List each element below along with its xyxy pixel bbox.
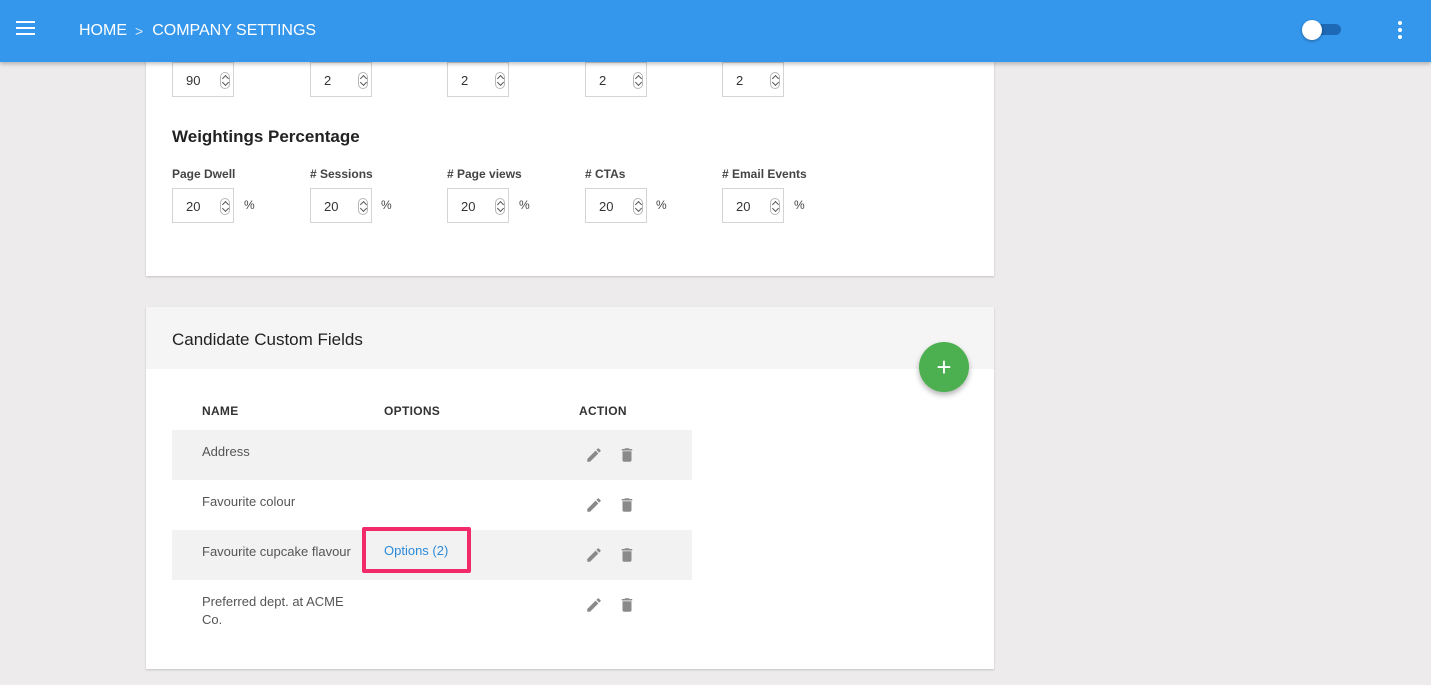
trash-icon[interactable]: [618, 496, 636, 514]
pencil-icon[interactable]: [585, 546, 603, 564]
percent-unit: %: [381, 198, 392, 212]
column-header-options: OPTIONS: [384, 404, 441, 418]
weightings-title: Weightings Percentage: [172, 127, 360, 146]
percent-unit: %: [244, 198, 255, 212]
threshold-input-page-views[interactable]: 2: [447, 62, 509, 97]
card-header: Candidate Custom Fields: [146, 307, 994, 369]
weighting-input-page-views[interactable]: 20: [447, 188, 509, 223]
stepper-icon[interactable]: [358, 72, 368, 89]
trash-icon[interactable]: [618, 596, 636, 614]
pencil-icon[interactable]: [585, 596, 603, 614]
weighting-input-page-dwell[interactable]: 20: [172, 188, 234, 223]
add-custom-field-button[interactable]: +: [919, 342, 969, 392]
weighting-label-ctas: # CTAs: [585, 167, 626, 181]
input-value: 2: [461, 73, 469, 88]
weighting-label-sessions: # Sessions: [310, 167, 373, 181]
input-value: 20: [599, 199, 614, 214]
page-title: COMPANY SETTINGS: [152, 22, 317, 39]
stepper-icon[interactable]: [495, 72, 505, 89]
field-name: Preferred dept. at ACME Co.: [202, 594, 344, 627]
field-name: Favourite colour: [202, 494, 296, 509]
input-value: 2: [324, 73, 332, 88]
breadcrumb: HOME > COMPANY SETTINGS: [79, 22, 316, 40]
column-header-action: ACTION: [579, 404, 627, 418]
weighting-input-sessions[interactable]: 20: [310, 188, 372, 223]
stepper-icon[interactable]: [770, 198, 780, 215]
column-header-name: NAME: [202, 404, 239, 418]
input-value: 20: [461, 199, 476, 214]
threshold-input-ctas[interactable]: 2: [585, 62, 647, 97]
input-value: 2: [736, 73, 744, 88]
stepper-icon[interactable]: [358, 198, 368, 215]
input-value: 90: [186, 73, 201, 88]
table-row: Address: [172, 430, 692, 480]
app-header: HOME > COMPANY SETTINGS: [0, 0, 1431, 62]
custom-fields-title: Candidate Custom Fields: [172, 330, 363, 349]
trash-icon[interactable]: [618, 446, 636, 464]
stepper-icon[interactable]: [220, 72, 230, 89]
stepper-icon[interactable]: [633, 198, 643, 215]
stepper-icon[interactable]: [633, 72, 643, 89]
threshold-input-sessions[interactable]: 2: [310, 62, 372, 97]
breadcrumb-separator: >: [135, 23, 144, 39]
pencil-icon[interactable]: [585, 446, 603, 464]
options-link[interactable]: Options (2): [384, 543, 448, 558]
weighting-input-email-events[interactable]: 20: [722, 188, 784, 223]
table-row: Preferred dept. at ACME Co.: [172, 580, 692, 638]
stepper-icon[interactable]: [495, 198, 505, 215]
input-value: 20: [736, 199, 751, 214]
stepper-icon[interactable]: [220, 198, 230, 215]
threshold-input-email-events[interactable]: 2: [722, 62, 784, 97]
pencil-icon[interactable]: [585, 496, 603, 514]
trash-icon[interactable]: [618, 546, 636, 564]
header-toggle-switch[interactable]: [1302, 20, 1342, 40]
threshold-input-page-dwell[interactable]: 90: [172, 62, 234, 97]
toggle-knob: [1302, 20, 1322, 40]
breadcrumb-home-link[interactable]: HOME: [79, 22, 127, 40]
weighting-input-ctas[interactable]: 20: [585, 188, 647, 223]
percent-unit: %: [519, 198, 530, 212]
input-value: 20: [186, 199, 201, 214]
more-vert-icon[interactable]: [1393, 21, 1407, 41]
table-row: Favourite cupcake flavour Options (2): [172, 530, 692, 580]
input-value: 2: [599, 73, 607, 88]
field-name: Address: [202, 444, 250, 459]
stepper-icon[interactable]: [770, 72, 780, 89]
weighting-label-page-views: # Page views: [447, 167, 522, 181]
table-row: Favourite colour: [172, 480, 692, 530]
input-value: 20: [324, 199, 339, 214]
field-name: Favourite cupcake flavour: [202, 544, 351, 559]
weighting-label-email-events: # Email Events: [722, 167, 807, 181]
percent-unit: %: [794, 198, 805, 212]
percent-unit: %: [656, 198, 667, 212]
plus-icon: +: [936, 352, 952, 382]
hamburger-menu-icon[interactable]: [16, 21, 35, 35]
weighting-label-page-dwell: Page Dwell: [172, 167, 236, 181]
